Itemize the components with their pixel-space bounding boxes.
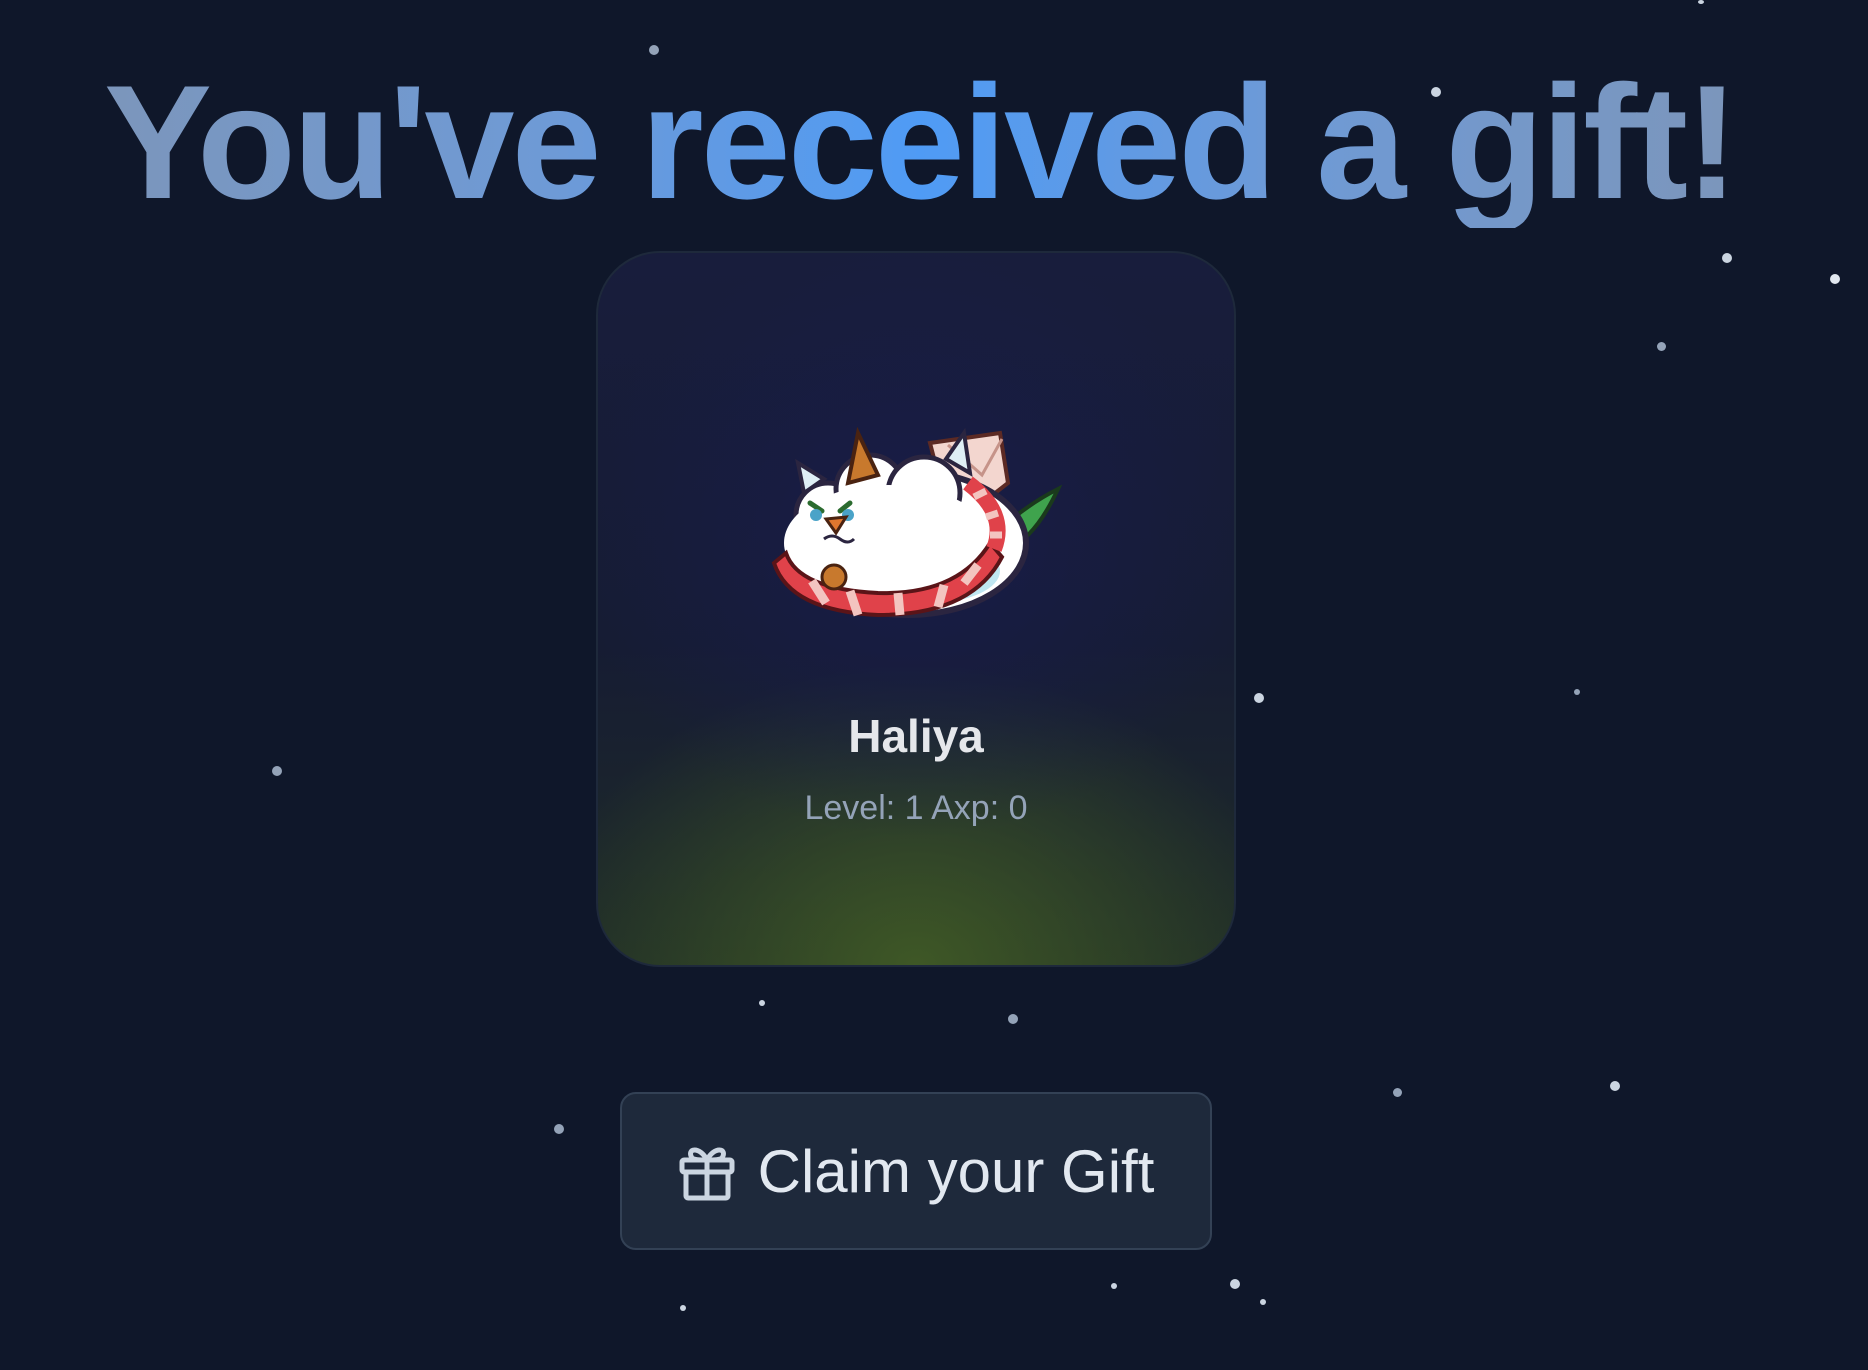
- snow-particle: [759, 1000, 765, 1006]
- axie-stats: Level: 1 Axp: 0: [804, 789, 1028, 827]
- snow-particle: [1008, 1014, 1018, 1024]
- snow-particle: [1393, 1088, 1402, 1097]
- snow-particle: [1830, 274, 1840, 284]
- snow-particle: [1260, 1299, 1266, 1305]
- snow-particle: [1610, 1081, 1620, 1091]
- snow-particle: [1657, 342, 1666, 351]
- page-title: You've received a gift!: [0, 57, 1840, 228]
- snow-particle: [680, 1305, 686, 1311]
- snow-particle: [554, 1124, 564, 1134]
- claim-gift-button[interactable]: Claim your Gift: [620, 1092, 1212, 1250]
- snow-particle: [1574, 689, 1580, 695]
- snow-particle: [1230, 1279, 1240, 1289]
- snow-particle: [1722, 253, 1732, 263]
- axie-name: Haliya: [848, 710, 984, 762]
- snow-particle: [1254, 693, 1264, 703]
- gift-page: You've received a gift! Haliya Level: 1 …: [0, 0, 1868, 1370]
- axie-creature-illustration: [771, 426, 1063, 618]
- gift-icon: [679, 1147, 735, 1201]
- snow-particle: [1698, 0, 1704, 4]
- snow-particle: [272, 766, 282, 776]
- claim-gift-label: Claim your Gift: [757, 1137, 1155, 1205]
- gift-card: Haliya Level: 1 Axp: 0: [596, 251, 1236, 967]
- snow-particle: [1111, 1283, 1117, 1289]
